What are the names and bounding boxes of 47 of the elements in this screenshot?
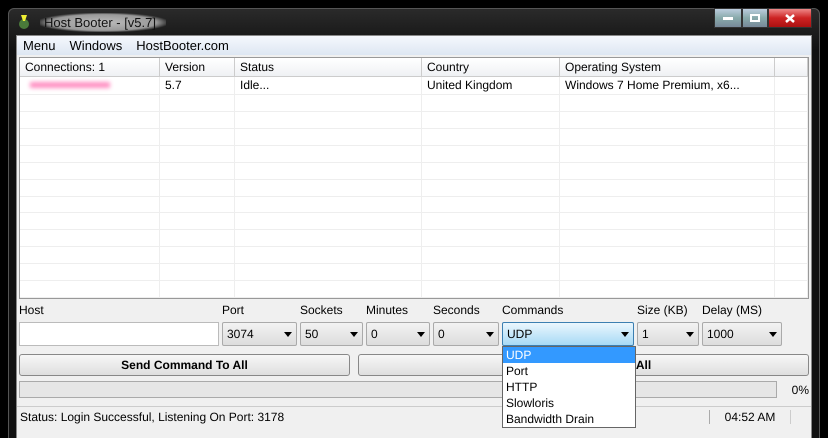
dropdown[interactable]: 0 xyxy=(366,322,430,346)
maximize-icon xyxy=(750,14,760,22)
field-label: Commands xyxy=(502,303,564,319)
menu-item[interactable]: Menu xyxy=(23,38,56,53)
field-label: Sockets xyxy=(300,303,344,319)
caret-icon xyxy=(686,332,694,336)
menu-item[interactable]: HostBooter.com xyxy=(136,38,229,53)
dropdown[interactable]: 50 xyxy=(300,322,363,346)
table-cell: Idle... xyxy=(235,77,422,94)
column-header[interactable]: Status xyxy=(235,58,422,76)
table-cell: 5.7 xyxy=(160,77,235,94)
field-label: Delay (MS) xyxy=(702,303,764,319)
column-header[interactable]: Version xyxy=(160,58,235,76)
minimize-icon xyxy=(723,16,733,20)
table-cell: Windows 7 Home Premium, x6... xyxy=(560,77,775,94)
dropdown[interactable]: UDP xyxy=(502,322,634,346)
window-title: Host Booter - [v5.7] xyxy=(40,12,166,32)
progress-reading: 0% xyxy=(790,382,809,396)
column-header[interactable]: Country xyxy=(422,58,560,76)
caret-icon xyxy=(486,332,494,336)
field-label: Minutes xyxy=(366,303,410,319)
field-label: Seconds xyxy=(433,303,481,319)
caret-icon xyxy=(417,332,425,336)
dropdown[interactable]: 1 xyxy=(637,322,699,346)
command-button[interactable]: Send Command To All xyxy=(19,354,350,376)
caret-icon xyxy=(621,332,629,336)
caret-icon xyxy=(769,332,777,336)
column-header[interactable]: Operating System xyxy=(560,58,775,76)
maximize-button[interactable] xyxy=(742,8,768,28)
field-label: Host xyxy=(19,303,45,319)
menu-item[interactable]: Windows xyxy=(70,38,122,53)
dropdown[interactable]: 3074 xyxy=(222,322,297,346)
clock-text: 04:52 AM xyxy=(709,410,791,424)
field-label: Size (KB) xyxy=(637,303,689,319)
table-cell: United Kingdom xyxy=(422,77,560,94)
dropdown[interactable]: 0 xyxy=(433,322,499,346)
host-field[interactable] xyxy=(19,322,219,346)
caret-icon xyxy=(284,332,292,336)
minimize-button[interactable] xyxy=(714,8,742,28)
caret-icon xyxy=(350,332,358,336)
status-text: Status: Login Successful, Listening On Port: 3178 xyxy=(19,410,284,424)
column-header[interactable]: Connections: 1 xyxy=(20,58,160,76)
dropdown[interactable]: 1000 xyxy=(702,322,782,346)
close-icon xyxy=(785,14,795,22)
app-icon xyxy=(16,14,32,30)
field-label: Port xyxy=(222,303,246,319)
close-button[interactable] xyxy=(768,8,812,28)
